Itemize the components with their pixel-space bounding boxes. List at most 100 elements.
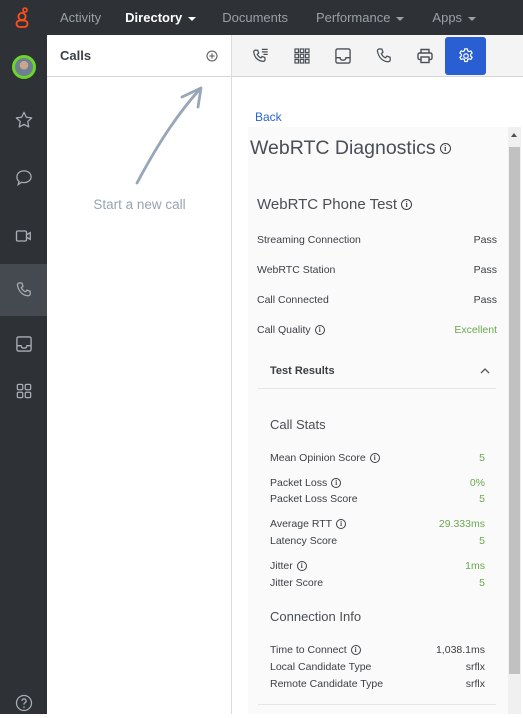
- stat-value: 5: [479, 535, 485, 547]
- stat-label: Jitter i: [270, 560, 307, 572]
- info-icon[interactable]: i: [401, 199, 413, 210]
- start-new-call-hint: Start a new call: [93, 197, 186, 212]
- phone-test-title-text: WebRTC Phone Test: [257, 196, 398, 213]
- nav-activity[interactable]: Activity: [60, 0, 101, 35]
- add-call-button[interactable]: [206, 50, 218, 62]
- test-results-label: Test Results: [270, 365, 335, 377]
- stat-label: Mean Opinion Score i: [270, 452, 380, 464]
- phone-icon: [16, 282, 31, 297]
- info-icon[interactable]: i: [350, 645, 361, 655]
- conn-value: 1,038.1ms: [435, 644, 485, 656]
- stat-value: 5: [479, 452, 485, 464]
- chevron-down-icon: [468, 16, 477, 21]
- video-icon: [15, 230, 31, 242]
- arrow-pointer-icon: [135, 86, 203, 185]
- nav-documents[interactable]: Documents: [222, 0, 288, 35]
- chevron-up-icon: [480, 368, 490, 374]
- rail-inbox[interactable]: [0, 321, 47, 367]
- stat-value: 29.333ms: [438, 518, 485, 530]
- nav-apps[interactable]: Apps: [432, 0, 477, 35]
- stat-label-text: Average RTT: [270, 518, 333, 530]
- settings-icon: [458, 47, 473, 62]
- nav-apps-label: Apps: [432, 10, 463, 25]
- call-history-button[interactable]: [240, 37, 281, 75]
- conn-row: Remote Candidate Type srflx: [270, 678, 485, 690]
- dialpad-icon: [293, 47, 310, 64]
- call-history-icon: [252, 48, 268, 62]
- check-value: Pass: [473, 294, 497, 306]
- stat-label: Packet Loss i: [270, 477, 342, 489]
- rail-favorites[interactable]: [0, 97, 47, 143]
- info-icon[interactable]: i: [331, 478, 342, 488]
- scrollbar-thumb[interactable]: [509, 147, 520, 674]
- rail-apps[interactable]: [0, 368, 47, 414]
- info-icon[interactable]: i: [296, 561, 307, 571]
- rail-chat[interactable]: [0, 155, 47, 201]
- scrollbar[interactable]: [508, 127, 521, 714]
- check-label: Streaming Connection: [257, 234, 361, 246]
- diagnostics-content: WebRTC Diagnostics i WebRTC Phone Test i S…: [248, 127, 508, 714]
- phone-button[interactable]: [363, 37, 404, 75]
- check-row: Call Connected Pass: [257, 294, 497, 306]
- check-label: WebRTC Station: [257, 264, 336, 276]
- stat-value: 1ms: [465, 560, 485, 572]
- stat-row: Jitter i 1ms: [270, 560, 485, 572]
- stat-value: 5: [479, 577, 485, 589]
- calls-panel: Calls Start a new call: [47, 35, 232, 714]
- stat-label: Packet Loss Score: [270, 493, 358, 505]
- conn-label: Remote Candidate Type: [270, 678, 384, 690]
- scroll-up-arrow-icon[interactable]: [511, 133, 517, 137]
- info-icon[interactable]: i: [369, 453, 380, 463]
- info-icon[interactable]: i: [314, 325, 325, 335]
- apps-icon: [16, 383, 31, 399]
- check-label-text: Call Quality: [257, 324, 311, 336]
- stat-row: Average RTT i 29.333ms: [270, 518, 485, 530]
- info-icon[interactable]: i: [336, 519, 347, 529]
- stat-label: Average RTT i: [270, 518, 347, 530]
- divider: [258, 388, 496, 389]
- print-button[interactable]: [404, 37, 445, 75]
- rail-avatar[interactable]: [0, 44, 47, 90]
- left-rail: [0, 35, 47, 714]
- stat-row: Mean Opinion Score i 5: [270, 452, 485, 464]
- chevron-down-icon: [396, 16, 405, 21]
- back-link[interactable]: Back: [255, 110, 282, 124]
- chat-icon: [15, 170, 32, 187]
- nav-performance-label: Performance: [316, 10, 391, 25]
- rail-video[interactable]: [0, 213, 47, 259]
- stat-label-text: Packet Loss: [270, 477, 328, 489]
- stat-row: Packet Loss Score 5: [270, 493, 485, 505]
- calls-title: Calls: [60, 48, 92, 63]
- stat-label: Jitter Score: [270, 577, 324, 589]
- conn-label: Local Candidate Type: [270, 661, 372, 673]
- voicemail-button[interactable]: [322, 37, 363, 75]
- genesys-logo-icon[interactable]: [0, 0, 44, 35]
- dialpad-button[interactable]: [281, 37, 322, 75]
- settings-button[interactable]: [445, 36, 486, 75]
- diagnostics-pane: Back WebRTC Diagnostics i WebRTC Phone Te…: [232, 35, 523, 714]
- check-value: Pass: [473, 264, 497, 276]
- test-results-toggle[interactable]: Test Results: [270, 365, 490, 377]
- stat-label: Latency Score: [270, 535, 338, 547]
- nav-directory[interactable]: Directory: [125, 0, 197, 35]
- conn-row: Time to Connect i 1,038.1ms: [270, 644, 485, 656]
- page-title: WebRTC Diagnostics i: [250, 137, 451, 160]
- star-icon: [15, 111, 32, 128]
- call-stats-title: Call Stats: [270, 417, 326, 432]
- nav-performance[interactable]: Performance: [316, 0, 405, 35]
- check-label: Call Connected: [257, 294, 329, 306]
- help-icon: [15, 694, 32, 712]
- call-toolbar: [232, 35, 523, 77]
- conn-value: srflx: [465, 678, 485, 690]
- nav-activity-label: Activity: [60, 10, 102, 25]
- rail-phone[interactable]: [0, 264, 47, 316]
- conn-label-text: Time to Connect: [270, 644, 347, 656]
- stat-label-text: Mean Opinion Score: [270, 452, 366, 464]
- top-nav-bar: Activity Directory Documents Performance…: [0, 0, 523, 35]
- check-row: Call Quality i Excellent: [257, 324, 497, 336]
- print-icon: [416, 48, 433, 63]
- info-icon[interactable]: i: [439, 143, 451, 154]
- stat-value: 5: [479, 493, 485, 505]
- conn-row: Local Candidate Type srflx: [270, 661, 485, 673]
- chevron-down-icon: [188, 16, 197, 21]
